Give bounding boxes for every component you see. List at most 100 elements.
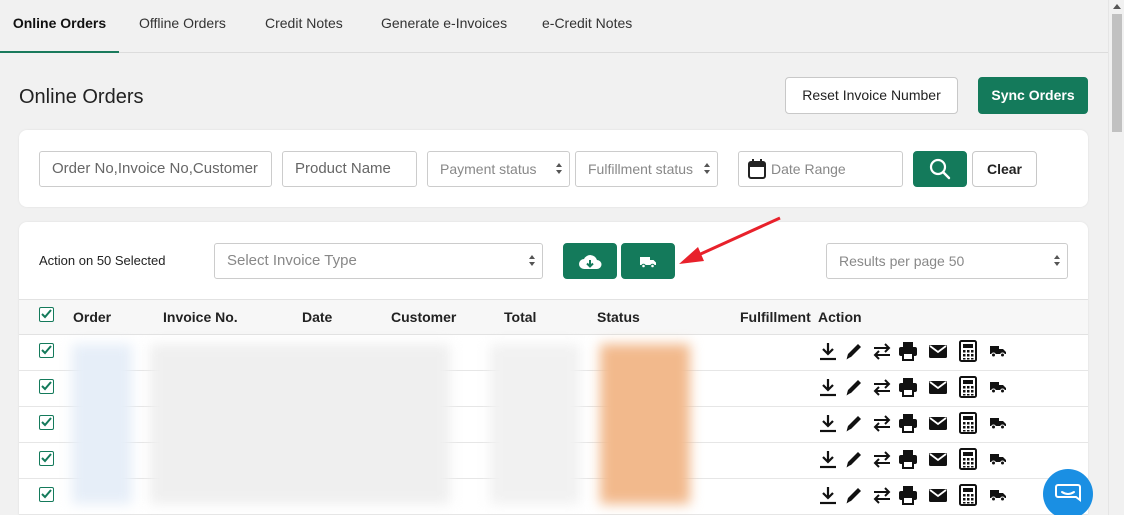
calculator-icon[interactable] [957, 376, 979, 398]
tab-credit-notes[interactable]: Credit Notes [265, 0, 343, 52]
select-caret-icon [529, 255, 535, 269]
select-caret-icon [704, 163, 710, 177]
bulk-action-label: Action on 50 Selected [39, 253, 166, 268]
sync-orders-button[interactable]: Sync Orders [978, 77, 1088, 114]
delivery-truck-icon[interactable] [987, 448, 1009, 470]
payment-status-select[interactable]: Payment status [427, 151, 570, 187]
cloud-download-button[interactable] [563, 243, 617, 279]
fulfillment-status-select[interactable]: Fulfillment status [575, 151, 718, 187]
payment-status-label: Payment status [440, 161, 537, 177]
transfer-icon[interactable] [871, 484, 893, 506]
delivery-truck-icon[interactable] [987, 412, 1009, 434]
checkmark-icon [41, 489, 52, 499]
download-icon[interactable] [817, 412, 839, 434]
chat-icon [1055, 484, 1081, 502]
mail-icon[interactable] [927, 376, 949, 398]
edit-icon[interactable] [843, 376, 865, 398]
redacted-order-column [72, 344, 132, 504]
vertical-scrollbar[interactable] [1108, 0, 1124, 515]
scroll-up-arrow-icon[interactable] [1113, 4, 1121, 9]
results-per-page-select[interactable]: Results per page 50 [826, 243, 1068, 279]
row-checkbox[interactable] [39, 451, 54, 466]
checkmark-icon [41, 345, 52, 355]
mail-icon[interactable] [927, 484, 949, 506]
checkmark-icon [41, 417, 52, 427]
invoice-type-select[interactable]: Select Invoice Type [214, 243, 543, 279]
tab-offline-orders[interactable]: Offline Orders [139, 0, 226, 52]
row-checkbox[interactable] [39, 343, 54, 358]
redacted-total-column [490, 344, 580, 504]
select-all-checkbox[interactable] [39, 307, 54, 322]
column-header-invoice-no: Invoice No. [163, 309, 238, 325]
checkmark-icon [41, 453, 52, 463]
search-icon [929, 158, 951, 180]
calculator-icon[interactable] [957, 448, 979, 470]
delivery-truck-icon[interactable] [987, 484, 1009, 506]
calendar-icon [748, 159, 766, 179]
date-range-placeholder: Date Range [771, 161, 846, 177]
transfer-icon[interactable] [871, 448, 893, 470]
column-header-total: Total [504, 309, 537, 325]
tab-online-orders[interactable]: Online Orders [0, 0, 119, 53]
delivery-truck-icon [640, 257, 656, 269]
fulfillment-status-label: Fulfillment status [588, 161, 694, 177]
edit-icon[interactable] [843, 448, 865, 470]
bulk-shipping-button[interactable] [621, 243, 675, 279]
cloud-download-icon [579, 255, 602, 269]
product-name-input[interactable]: Product Name [282, 151, 417, 187]
chat-widget-button[interactable] [1043, 469, 1093, 515]
column-header-customer: Customer [391, 309, 457, 325]
clear-button[interactable]: Clear [972, 151, 1037, 187]
transfer-icon[interactable] [871, 340, 893, 362]
invoice-type-placeholder: Select Invoice Type [227, 252, 357, 269]
download-icon[interactable] [817, 484, 839, 506]
transfer-icon[interactable] [871, 376, 893, 398]
results-per-page-label: Results per page 50 [839, 253, 965, 269]
date-range-input[interactable]: Date Range [738, 151, 903, 187]
table-header: Order Invoice No. Date Customer Total St… [19, 299, 1088, 335]
redacted-invoice-customer-columns [150, 344, 450, 504]
column-header-order: Order [73, 309, 112, 325]
row-checkbox[interactable] [39, 415, 54, 430]
checkmark-icon [41, 309, 52, 319]
mail-icon[interactable] [927, 448, 949, 470]
annotation-arrow-icon [679, 216, 781, 264]
page-title: Online Orders [19, 86, 144, 108]
scrollbar-thumb[interactable] [1112, 14, 1122, 132]
row-checkbox[interactable] [39, 487, 54, 502]
download-icon[interactable] [817, 376, 839, 398]
print-icon[interactable] [897, 376, 919, 398]
select-caret-icon [1054, 255, 1060, 269]
mail-icon[interactable] [927, 412, 949, 434]
tab-bar: Online Orders Offline Orders Credit Note… [0, 0, 1108, 53]
redacted-status-column [600, 344, 690, 504]
reset-invoice-number-button[interactable]: Reset Invoice Number [785, 77, 958, 114]
print-icon[interactable] [897, 484, 919, 506]
checkmark-icon [41, 381, 52, 391]
edit-icon[interactable] [843, 412, 865, 434]
column-header-action: Action [818, 309, 862, 325]
mail-icon[interactable] [927, 340, 949, 362]
column-header-date: Date [302, 309, 333, 325]
download-icon[interactable] [817, 340, 839, 362]
row-checkbox[interactable] [39, 379, 54, 394]
calculator-icon[interactable] [957, 412, 979, 434]
column-header-fulfillment: Fulfillment [740, 309, 811, 325]
download-icon[interactable] [817, 448, 839, 470]
select-caret-icon [556, 163, 562, 177]
edit-icon[interactable] [843, 484, 865, 506]
search-input[interactable]: Order No,Invoice No,Customer [39, 151, 272, 187]
print-icon[interactable] [897, 340, 919, 362]
print-icon[interactable] [897, 412, 919, 434]
search-button[interactable] [913, 151, 967, 187]
delivery-truck-icon[interactable] [987, 340, 1009, 362]
column-header-status: Status [597, 309, 640, 325]
print-icon[interactable] [897, 448, 919, 470]
tab-generate-e-invoices[interactable]: Generate e-Invoices [381, 0, 507, 52]
calculator-icon[interactable] [957, 340, 979, 362]
tab-e-credit-notes[interactable]: e-Credit Notes [542, 0, 632, 52]
transfer-icon[interactable] [871, 412, 893, 434]
edit-icon[interactable] [843, 340, 865, 362]
delivery-truck-icon[interactable] [987, 376, 1009, 398]
calculator-icon[interactable] [957, 484, 979, 506]
